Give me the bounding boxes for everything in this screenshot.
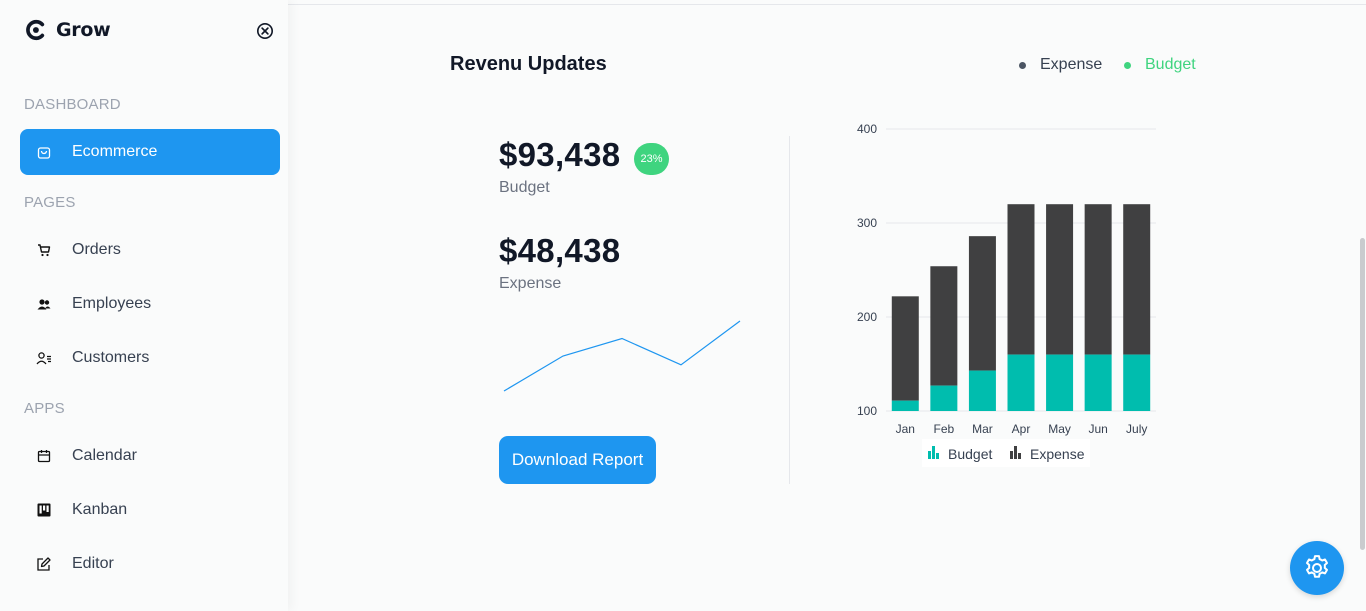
- budget-dot-icon: [1124, 61, 1131, 69]
- sidebar-item-label: Employees: [72, 295, 152, 312]
- section-title-dashboard: DASHBOARD: [24, 96, 121, 113]
- legend-budget[interactable]: Budget: [1124, 56, 1196, 74]
- legend-expense-label: Expense: [1040, 56, 1103, 73]
- bar-expense: [1007, 204, 1035, 355]
- budget-label: Budget: [499, 179, 550, 196]
- bar-budget: [1046, 354, 1074, 411]
- expense-label: Expense: [499, 275, 562, 292]
- sidebar-item-label: Calendar: [72, 447, 137, 464]
- chart-legend-label: Budget: [948, 446, 992, 462]
- kanban-icon: [36, 502, 52, 518]
- budget-value: $93,438: [499, 136, 621, 173]
- bar-budget: [1123, 354, 1151, 411]
- section-title-pages: PAGES: [24, 194, 76, 211]
- bar-budget: [930, 385, 958, 411]
- download-report-button[interactable]: Download Report: [499, 436, 656, 484]
- bar-expense: [930, 266, 958, 386]
- user-list-icon: [36, 350, 52, 366]
- sidebar-item-label: Kanban: [72, 501, 128, 518]
- bar-expense: [891, 296, 919, 401]
- bar-budget: [891, 400, 919, 411]
- legend-bar-icon: [1014, 446, 1017, 459]
- sparkline-line: [503, 320, 741, 392]
- bar-expense: [1046, 204, 1074, 355]
- gear-icon: [1306, 555, 1328, 578]
- bar-budget: [968, 370, 996, 411]
- legend-expense[interactable]: Expense: [1019, 56, 1102, 74]
- legend-bar-icon: [928, 451, 931, 459]
- stacked-bar-chart: 100 200 300 400 Jan Feb Mar Apr May Jun July Budget…: [857, 122, 1156, 467]
- shopping-bag-icon: [36, 144, 52, 160]
- sparkline-chart: [503, 320, 741, 392]
- close-sidebar-icon[interactable]: [256, 22, 274, 40]
- x-tick-label: May: [1048, 422, 1071, 436]
- vertical-scrollbar[interactable]: [1360, 238, 1365, 550]
- x-tick-label: Feb: [934, 422, 955, 436]
- sidebar-item-kanban[interactable]: Kanban: [20, 487, 280, 533]
- sidebar-item-customers[interactable]: Customers: [20, 335, 280, 381]
- legend-bar-icon: [1018, 453, 1021, 459]
- sidebar-item-label: Editor: [72, 555, 114, 572]
- edit-icon: [36, 556, 52, 572]
- brand-logo[interactable]: Grow: [24, 19, 111, 41]
- settings-button[interactable]: [1290, 541, 1344, 595]
- x-tick-label: Apr: [1012, 422, 1031, 436]
- x-tick-label: July: [1126, 422, 1147, 436]
- brand-name: Grow: [56, 19, 111, 41]
- card-title: Revenu Updates: [450, 53, 607, 75]
- header-divider: [288, 4, 1366, 5]
- budget-change-badge: 23%: [634, 143, 669, 175]
- calendar-icon: [36, 448, 52, 464]
- bar-expense: [968, 236, 996, 371]
- x-tick-label: Jun: [1088, 422, 1107, 436]
- bar-expense: [1084, 204, 1112, 355]
- legend-bar-icon: [932, 446, 935, 459]
- legend-bar-icon: [1010, 451, 1013, 459]
- sidebar: Grow DASHBOARD Ecommerce PAGES Orders Em…: [0, 0, 288, 611]
- y-tick-label: 300: [857, 216, 877, 230]
- brand-icon: [26, 19, 45, 41]
- cart-icon: [36, 242, 52, 258]
- expense-value: $48,438: [499, 232, 621, 269]
- y-tick-label: 400: [857, 122, 877, 136]
- sidebar-item-label: Orders: [72, 241, 121, 258]
- users-icon: [36, 296, 52, 312]
- bar-expense: [1123, 204, 1151, 355]
- x-tick-label: Mar: [972, 422, 993, 436]
- expense-dot-icon: [1019, 61, 1026, 69]
- y-tick-label: 100: [857, 404, 877, 418]
- sidebar-item-ecommerce[interactable]: Ecommerce: [20, 129, 280, 175]
- sidebar-item-employees[interactable]: Employees: [20, 281, 280, 327]
- x-tick-label: Jan: [896, 422, 915, 436]
- bar-budget: [1084, 354, 1112, 411]
- sidebar-item-orders[interactable]: Orders: [20, 227, 280, 273]
- legend-bar-icon: [936, 453, 939, 459]
- vertical-divider: [789, 136, 790, 484]
- sidebar-item-calendar[interactable]: Calendar: [20, 433, 280, 479]
- sidebar-item-label: Customers: [72, 349, 150, 366]
- legend-budget-label: Budget: [1145, 56, 1196, 73]
- y-tick-label: 200: [857, 310, 877, 324]
- sidebar-item-label: Ecommerce: [72, 143, 158, 160]
- chart-legend-label: Expense: [1030, 446, 1085, 462]
- section-title-apps: APPS: [24, 400, 65, 417]
- bar-budget: [1007, 354, 1035, 411]
- sidebar-item-editor[interactable]: Editor: [20, 541, 280, 587]
